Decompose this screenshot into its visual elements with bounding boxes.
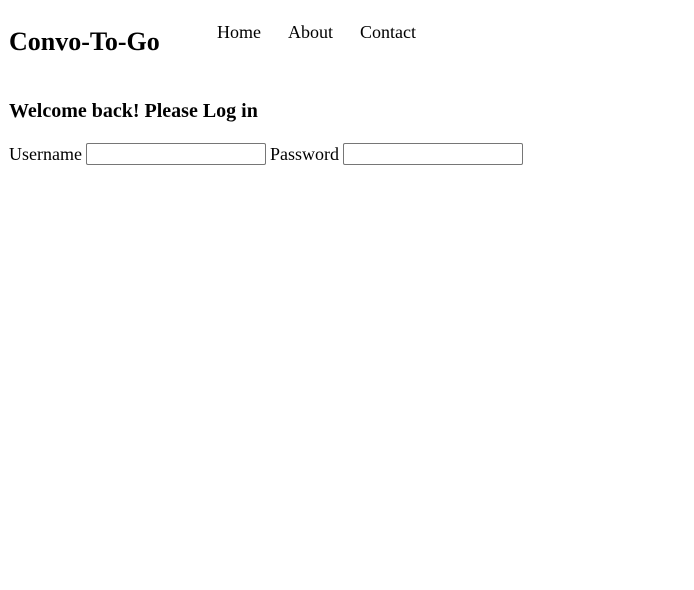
nav-link-contact[interactable]: Contact [360, 20, 416, 44]
username-label: Username [9, 144, 82, 164]
password-label: Password [269, 144, 339, 164]
nav-link-about[interactable]: About [288, 20, 333, 44]
page: Convo-To-Go Home About Contact Welcome b… [0, 0, 694, 590]
login-heading: Welcome back! Please Log in [9, 100, 258, 122]
password-input[interactable] [342, 143, 523, 165]
login-form: Username Password [9, 143, 527, 165]
username-input[interactable] [85, 143, 266, 165]
nav-link-home[interactable]: Home [217, 20, 261, 44]
main-nav: Home About Contact [217, 20, 416, 44]
site-title: Convo-To-Go [9, 27, 160, 56]
